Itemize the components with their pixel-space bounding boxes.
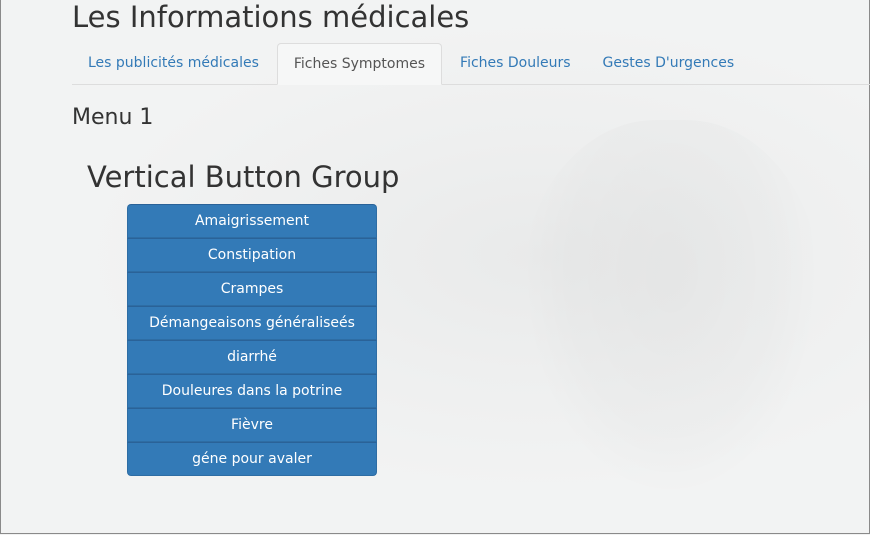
- tab-gestes-urgences[interactable]: Gestes D'urgences: [587, 43, 751, 84]
- background-watermark: [521, 120, 821, 500]
- douleurs-potrine-button[interactable]: Douleures dans la potrine: [127, 374, 377, 408]
- button-group-heading: Vertical Button Group: [87, 160, 400, 194]
- demangeaisons-button[interactable]: Démangeaisons généraliseés: [127, 306, 377, 340]
- fievre-button[interactable]: Fièvre: [127, 408, 377, 442]
- constipation-button[interactable]: Constipation: [127, 238, 377, 272]
- amaigrissement-button[interactable]: Amaigrissement: [127, 204, 377, 238]
- tab-bar: Les publicités médicales Fiches Symptome…: [72, 43, 870, 85]
- tab-publicites-medicales[interactable]: Les publicités médicales: [72, 43, 275, 84]
- menu-heading: Menu 1: [72, 105, 154, 130]
- page-frame: Les Informations médicales Les publicité…: [0, 0, 870, 534]
- vertical-button-group: Amaigrissement Constipation Crampes Déma…: [127, 204, 377, 476]
- diarrhe-button[interactable]: diarrhé: [127, 340, 377, 374]
- tab-fiches-douleurs[interactable]: Fiches Douleurs: [444, 43, 587, 84]
- crampes-button[interactable]: Crampes: [127, 272, 377, 306]
- tab-fiches-symptomes[interactable]: Fiches Symptomes: [276, 43, 443, 85]
- page-title: Les Informations médicales: [72, 0, 470, 34]
- gene-pour-avaler-button[interactable]: géne pour avaler: [127, 442, 377, 476]
